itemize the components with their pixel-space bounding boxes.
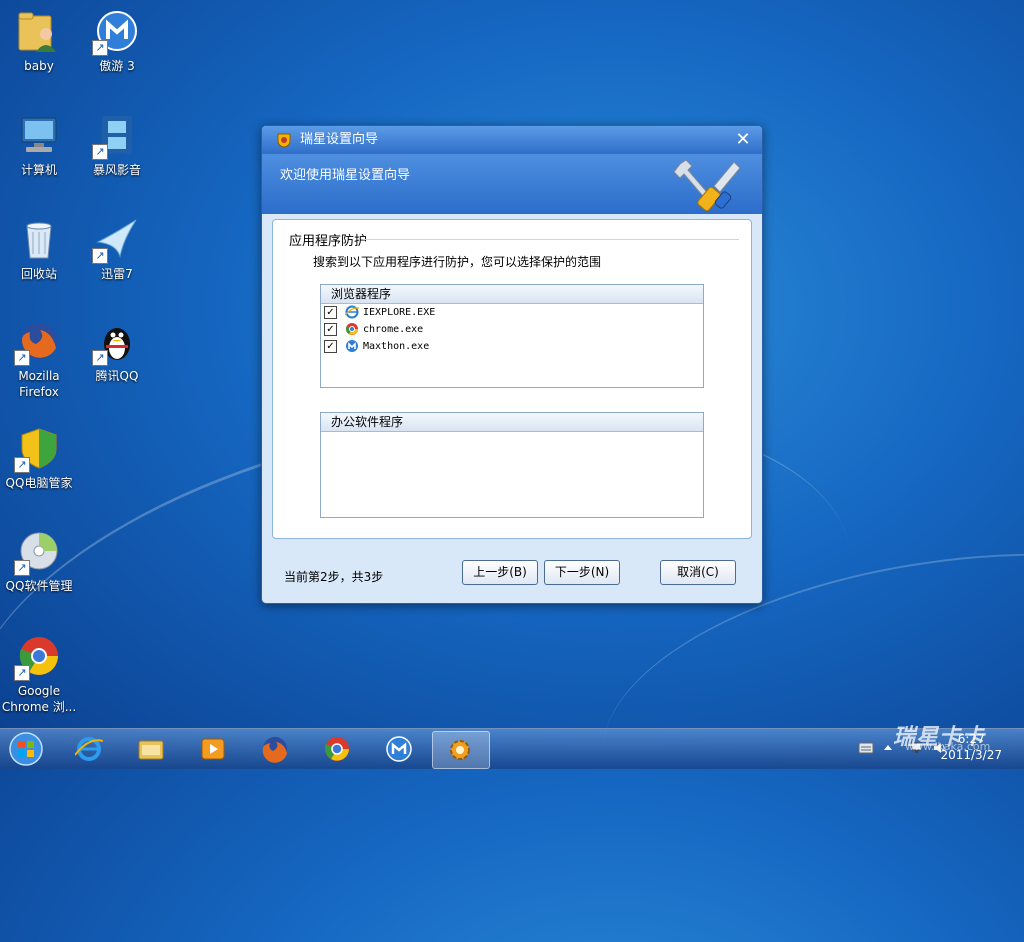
taskbar-clock[interactable]: 6:27 2011/3/27 — [940, 731, 1002, 763]
prev-button[interactable]: 上一步(B) — [462, 560, 538, 585]
maxthon-icon — [386, 736, 412, 762]
desktop-icon-label: QQ软件管理 — [5, 579, 73, 593]
taskbar-maxthon[interactable] — [372, 731, 428, 767]
taskbar-rising-setup[interactable] — [432, 731, 490, 769]
desktop-icon-firefox[interactable]: ↗ Mozilla Firefox — [0, 318, 78, 400]
section-description: 搜索到以下应用程序进行防护，您可以选择保护的范围 — [313, 255, 602, 269]
desktop-icon-label: 暴风影音 — [92, 163, 141, 177]
desktop-icon-baby[interactable]: baby — [0, 8, 78, 74]
list-header: 浏览器程序 — [321, 285, 703, 304]
list-item[interactable]: ✓ chrome.exe — [321, 321, 703, 338]
bird-icon: ↗ — [92, 216, 140, 264]
browser-program-list[interactable]: 浏览器程序 ✓ IEXPLORE.EXE ✓ chrome.exe ✓ Maxt… — [320, 284, 704, 388]
taskbar-explorer[interactable] — [124, 731, 180, 767]
taskbar-media-player[interactable] — [186, 731, 242, 767]
shield-icon: ↗ — [14, 425, 62, 473]
desktop-icon-xunlei[interactable]: ↗ 迅雷7 — [78, 216, 156, 282]
step-indicator: 当前第2步，共3步 — [284, 570, 384, 584]
shortcut-arrow-icon: ↗ — [92, 350, 108, 366]
checkbox[interactable]: ✓ — [324, 323, 337, 336]
shortcut-arrow-icon: ↗ — [92, 248, 108, 264]
user-folder-icon — [16, 8, 62, 54]
cancel-button[interactable]: 取消(C) — [660, 560, 736, 585]
gear-icon — [450, 740, 470, 760]
program-name: IEXPLORE.EXE — [363, 307, 436, 318]
dialog-banner: 欢迎使用瑞星设置向导 — [262, 154, 762, 214]
chrome-icon: ↗ — [14, 633, 62, 681]
maxthon-icon — [346, 340, 358, 352]
folder-icon — [138, 740, 164, 760]
desktop-icon-label: 计算机 — [20, 163, 57, 177]
chrome-icon — [346, 323, 358, 335]
wrench-screwdriver-icon — [673, 159, 741, 212]
maxthon-icon: ↗ — [92, 8, 140, 56]
desktop-icon-baofeng[interactable]: ↗ 暴风影音 — [78, 112, 156, 178]
keyboard-icon[interactable] — [858, 741, 874, 755]
desktop-icon-label: Google Chrome 浏... — [1, 684, 77, 714]
ie-icon — [345, 305, 359, 319]
firefox-icon — [262, 737, 287, 763]
shortcut-arrow-icon: ↗ — [14, 665, 30, 681]
clock-time: 6:27 — [957, 732, 985, 746]
taskbar-chrome[interactable] — [310, 731, 366, 767]
section-divider — [363, 239, 739, 240]
checkbox[interactable]: ✓ — [324, 340, 337, 353]
chrome-icon — [325, 737, 349, 761]
desktop-icon-label: 腾讯QQ — [95, 369, 139, 383]
shortcut-arrow-icon: ↗ — [14, 560, 30, 576]
ie-icon — [75, 737, 103, 761]
banner-text: 欢迎使用瑞星设置向导 — [280, 168, 411, 183]
list-item[interactable]: ✓ Maxthon.exe — [321, 338, 703, 355]
media-player-icon — [201, 738, 225, 760]
desktop-icon-label: 傲游 3 — [99, 59, 135, 73]
section-title: 应用程序防护 — [289, 234, 368, 249]
dialog-titlebar[interactable]: 瑞星设置向导 ✕ — [262, 126, 762, 154]
office-program-list[interactable]: 办公软件程序 — [320, 412, 704, 518]
desktop-icon-label: QQ电脑管家 — [5, 476, 73, 490]
setup-wizard-dialog: 瑞星设置向导 ✕ 欢迎使用瑞星设置向导 应用程序防护 搜索到以下应用程序进行防护… — [261, 125, 763, 604]
disc-icon: ↗ — [14, 528, 62, 576]
shortcut-arrow-icon: ↗ — [14, 457, 30, 473]
program-name: chrome.exe — [363, 324, 424, 335]
clock-date: 2011/3/27 — [940, 748, 1002, 762]
shortcut-arrow-icon: ↗ — [92, 144, 108, 160]
firefox-icon: ↗ — [14, 318, 62, 366]
list-header: 办公软件程序 — [321, 413, 703, 432]
computer-icon — [16, 112, 62, 158]
program-name: Maxthon.exe — [363, 341, 430, 352]
shortcut-arrow-icon: ↗ — [14, 350, 30, 366]
rising-lion-icon — [277, 133, 291, 148]
shortcut-arrow-icon: ↗ — [92, 40, 108, 56]
recycle-bin-icon — [16, 216, 62, 262]
desktop-icon-maxthon[interactable]: ↗ 傲游 3 — [78, 8, 156, 74]
list-item[interactable]: ✓ IEXPLORE.EXE — [321, 304, 703, 321]
desktop-icon-label: baby — [24, 59, 54, 73]
desktop-icon-label: 迅雷7 — [101, 267, 133, 281]
start-button[interactable] — [4, 731, 48, 767]
close-icon[interactable]: ✕ — [732, 129, 754, 151]
desktop-icon-qq[interactable]: ↗ 腾讯QQ — [78, 318, 156, 384]
desktop-icon-qq-pc-manager[interactable]: ↗ QQ电脑管家 — [0, 425, 78, 491]
desktop-icon-qq-software[interactable]: ↗ QQ软件管理 — [0, 528, 78, 594]
desktop-icon-recycle-bin[interactable]: 回收站 — [0, 216, 78, 282]
penguin-icon: ↗ — [92, 318, 140, 366]
taskbar-ie[interactable] — [62, 731, 118, 767]
taskbar — [0, 728, 1024, 769]
wizard-content-panel: 应用程序防护 搜索到以下应用程序进行防护，您可以选择保护的范围 浏览器程序 ✓ … — [272, 219, 752, 539]
desktop-icon-chrome[interactable]: ↗ Google Chrome 浏... — [0, 633, 78, 715]
next-button[interactable]: 下一步(N) — [544, 560, 620, 585]
film-icon: ↗ — [92, 112, 140, 160]
dialog-title: 瑞星设置向导 — [300, 132, 379, 147]
desktop-icon-label: Mozilla Firefox — [18, 369, 60, 399]
desktop-icon-label: 回收站 — [20, 267, 57, 281]
desktop-icon-computer[interactable]: 计算机 — [0, 112, 78, 178]
checkbox[interactable]: ✓ — [324, 306, 337, 319]
taskbar-firefox[interactable] — [248, 731, 304, 767]
